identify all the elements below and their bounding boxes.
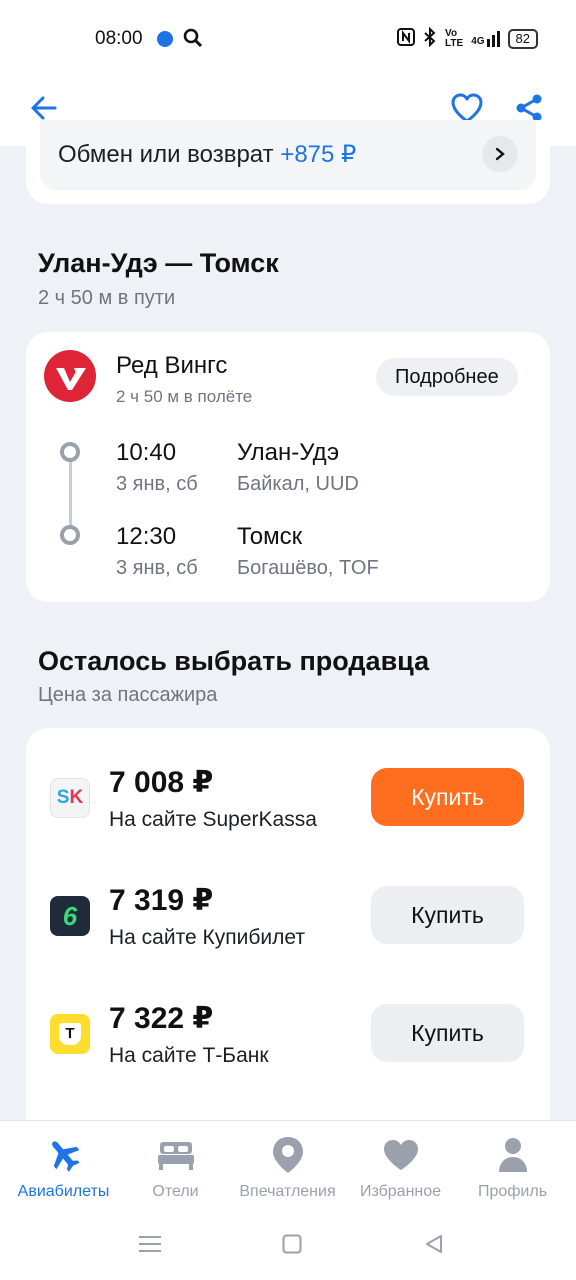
exchange-price: +875 ₽: [280, 141, 357, 168]
departure-dot-icon: [60, 442, 80, 462]
superkassa-logo-icon: SK: [50, 778, 90, 818]
menu-lines-icon: [139, 1236, 161, 1252]
nav-item-favorites[interactable]: Избранное: [343, 1135, 458, 1201]
arrival-dot-icon: [60, 525, 80, 545]
seller-price: 7 008 ₽: [109, 766, 214, 799]
search-status-icon: [183, 28, 203, 54]
red-wings-logo-icon: [44, 350, 96, 402]
nav-item-experiences[interactable]: Впечатления: [230, 1135, 345, 1201]
exchange-refund-row[interactable]: Обмен или возврат +875 ₽: [40, 120, 536, 190]
timeline-line: [69, 460, 72, 532]
profile-icon: [493, 1135, 533, 1175]
buy-button-kupibilet[interactable]: Купить: [371, 886, 524, 944]
departure-airport: Байкал, UUD: [237, 473, 359, 495]
bed-icon: [156, 1135, 196, 1175]
nav-label: Профиль: [477, 1183, 548, 1200]
home-button[interactable]: [272, 1224, 312, 1264]
arrival-airport: Богашёво, TOF: [237, 557, 379, 579]
app-indicator-icon: [157, 31, 173, 47]
details-button[interactable]: Подробнее: [376, 358, 518, 396]
plane-icon: [44, 1135, 84, 1175]
seller-price: 7 319 ₽: [109, 884, 214, 917]
bluetooth-icon: [423, 26, 437, 51]
square-icon: [282, 1234, 302, 1254]
seller-site: На сайте Купибилет: [109, 926, 305, 949]
tbank-logo-icon: Т: [50, 1014, 90, 1054]
nav-item-hotels[interactable]: Отели: [118, 1135, 233, 1201]
chevron-right-icon[interactable]: [482, 136, 518, 172]
arrival-city: Томск: [237, 523, 303, 550]
triangle-back-icon: [426, 1235, 442, 1253]
nav-label: Впечатления: [239, 1183, 336, 1200]
recent-apps-button[interactable]: [130, 1224, 170, 1264]
nfc-icon: [397, 28, 416, 50]
departure-time: 10:40: [116, 439, 177, 466]
sellers-card: SK 7 008 ₽ На сайте SuperKassa Купить 6 …: [26, 728, 550, 1148]
sellers-title: Осталось выбрать продавца: [38, 646, 430, 676]
signal-icon: 4G: [471, 31, 500, 47]
back-arrow-icon: [31, 96, 57, 120]
exchange-refund-card[interactable]: Обмен или возврат +875 ₽: [26, 120, 550, 204]
nav-item-flights[interactable]: Авиабилеты: [6, 1135, 121, 1201]
route-duration: 2 ч 50 м в пути: [38, 287, 176, 309]
departure-city: Улан-Удэ: [237, 439, 340, 466]
status-icons: Vo LTE 4G 82: [397, 26, 538, 51]
exchange-label: Обмен или возврат: [58, 141, 274, 168]
tbank-logo-mark: Т: [59, 1023, 81, 1045]
arrival-time: 12:30: [116, 523, 177, 550]
nav-item-profile[interactable]: Профиль: [455, 1135, 570, 1201]
airline-name: Ред Вингс: [116, 352, 228, 379]
system-back-button[interactable]: [414, 1224, 454, 1264]
battery-indicator: 82: [507, 29, 538, 49]
arrival-date: 3 янв, сб: [116, 557, 198, 579]
status-bar: 08:00 Vo LTE 4G 82: [0, 0, 576, 70]
pin-icon: [268, 1135, 308, 1175]
seller-site: На сайте Т-Банк: [109, 1044, 269, 1067]
status-time: 08:00: [95, 28, 143, 49]
kupibilet-logo-icon: 6: [50, 896, 90, 936]
system-navigation-bar: [0, 1210, 576, 1280]
share-icon: [516, 94, 542, 122]
buy-button-tbank[interactable]: Купить: [371, 1004, 524, 1062]
sellers-subtitle: Цена за пассажира: [38, 684, 218, 706]
route-title: Улан-Удэ — Томск: [38, 248, 279, 278]
flight-airtime: 2 ч 50 м в полёте: [116, 387, 253, 406]
nav-label: Избранное: [359, 1183, 442, 1200]
exchange-refund-text: Обмен или возврат +875 ₽: [58, 140, 356, 169]
nav-label: Авиабилеты: [17, 1183, 110, 1200]
volte-icon: Vo LTE: [445, 28, 464, 49]
buy-button-superkassa[interactable]: Купить: [371, 768, 524, 826]
seller-site: На сайте SuperKassa: [109, 808, 317, 831]
nav-label: Отели: [152, 1183, 199, 1200]
seller-price: 7 322 ₽: [109, 1002, 214, 1035]
flight-card: Ред Вингс 2 ч 50 м в полёте Подробнее 10…: [26, 332, 550, 602]
heart-icon: [381, 1135, 421, 1175]
departure-date: 3 янв, сб: [116, 473, 198, 495]
